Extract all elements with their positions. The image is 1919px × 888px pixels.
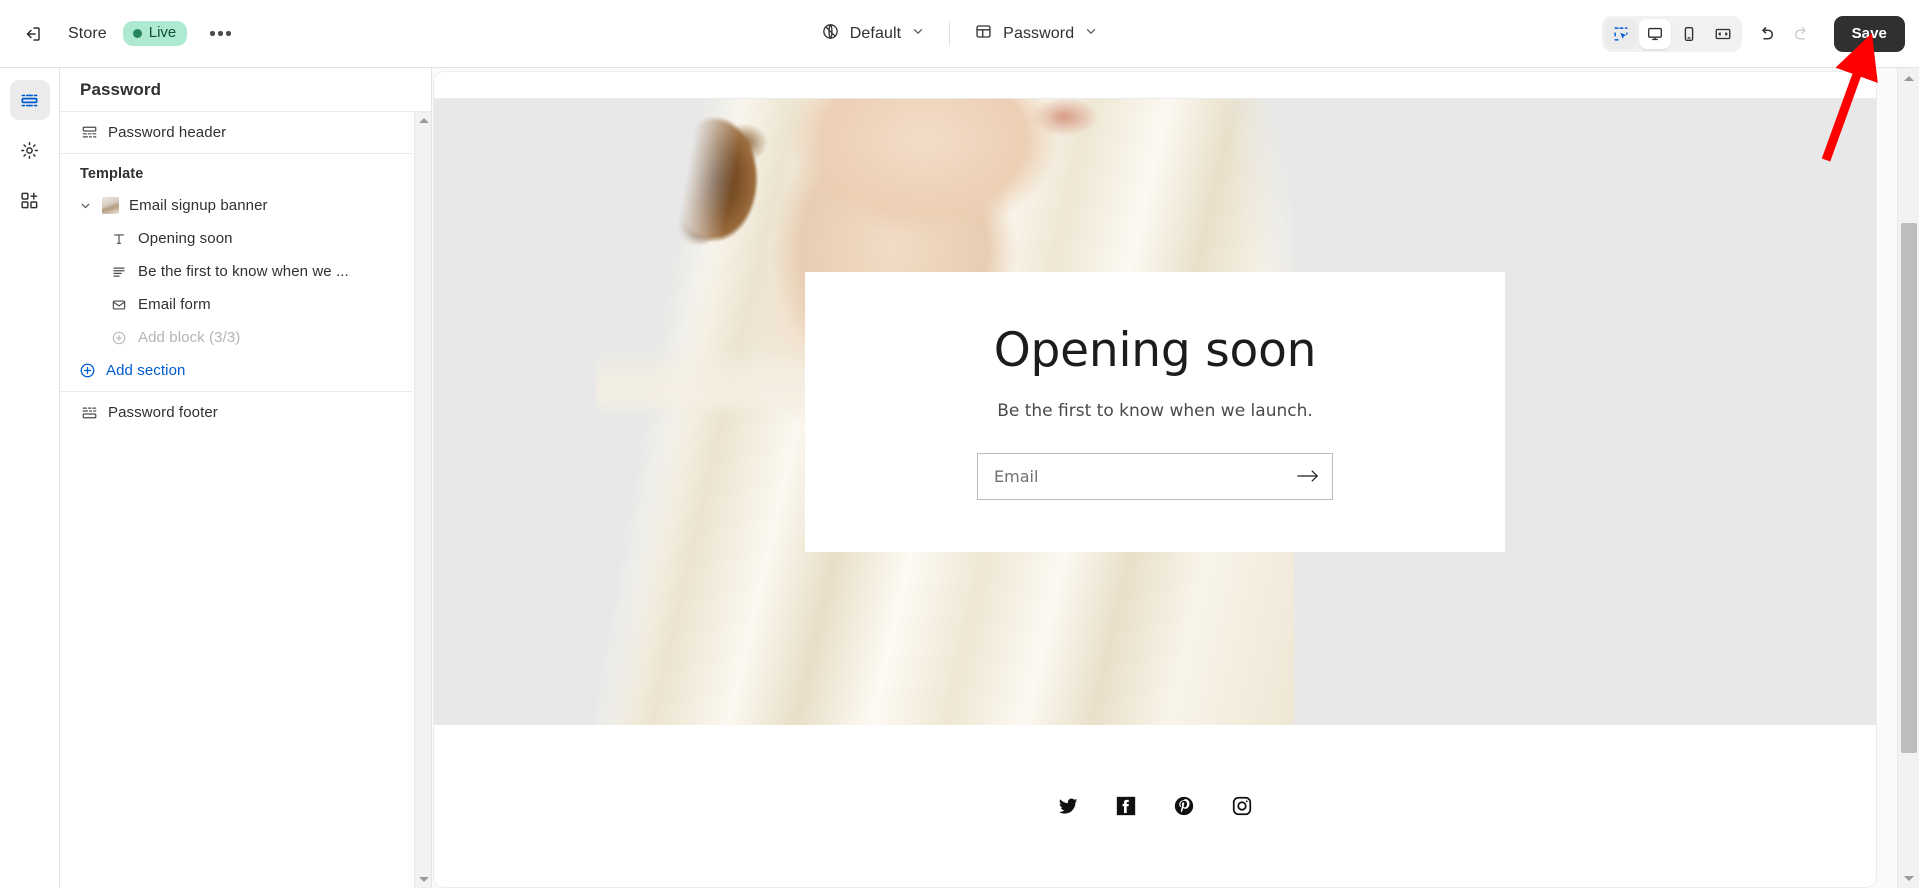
status-dot-icon: [132, 28, 142, 38]
section-item-label: Password footer: [108, 404, 218, 421]
status-badge: Live: [122, 21, 188, 46]
save-button[interactable]: Save: [1833, 15, 1905, 52]
banner-subheading[interactable]: Be the first to know when we launch.: [845, 401, 1465, 421]
plus-circle-icon: [78, 362, 96, 380]
chevron-down-icon: [1084, 24, 1098, 43]
chevron-down-icon[interactable]: [78, 199, 92, 212]
block-item-paragraph[interactable]: Be the first to know when we ...: [60, 255, 413, 288]
storefront-preview: Opening soon Be the first to know when w…: [434, 72, 1876, 887]
email-icon: [110, 296, 128, 314]
fullscreen-view-button[interactable]: [1707, 19, 1739, 49]
panel-header: Password: [60, 68, 431, 112]
scroll-up-arrow-icon[interactable]: [1898, 68, 1919, 88]
add-block-button[interactable]: Add block (3/3): [60, 321, 413, 354]
block-item-heading[interactable]: Opening soon: [60, 222, 413, 255]
top-bar-left: Store Live: [0, 17, 237, 51]
template-selector[interactable]: Password: [964, 16, 1108, 52]
section-thumbnail: [102, 197, 119, 214]
globe-icon: [821, 22, 840, 46]
top-bar-right: Save: [1601, 0, 1905, 67]
section-item-password-footer[interactable]: Password footer: [60, 396, 413, 429]
template-group-label: Template: [60, 158, 413, 189]
preview-scrollbar[interactable]: [1897, 68, 1919, 888]
mobile-view-button[interactable]: [1673, 19, 1705, 49]
email-submit-button[interactable]: [1284, 454, 1332, 499]
photo-backdrop-left: [434, 99, 596, 725]
status-badge-label: Live: [148, 24, 177, 41]
panel-scrollbar[interactable]: [414, 112, 431, 888]
block-item-email-form[interactable]: Email form: [60, 288, 413, 321]
storefront-footer: [434, 725, 1876, 886]
theme-selector[interactable]: Default: [811, 16, 935, 52]
pinterest-icon[interactable]: [1171, 793, 1197, 819]
banner-heading[interactable]: Opening soon: [845, 325, 1465, 377]
add-section-label: Add section: [106, 362, 186, 379]
chevron-down-icon: [911, 24, 925, 43]
email-form[interactable]: [977, 452, 1333, 500]
password-header-group: Password header: [60, 112, 413, 154]
section-item-password-header[interactable]: Password header: [60, 116, 413, 149]
sidebar-item-sections[interactable]: [9, 80, 50, 120]
block-item-label: Be the first to know when we ...: [138, 263, 349, 280]
sections-panel: Password Password header Template Email …: [60, 68, 432, 888]
preview-stage: Opening soon Be the first to know when w…: [432, 68, 1919, 888]
twitter-icon[interactable]: [1055, 793, 1081, 819]
sidebar-item-theme-settings[interactable]: [10, 130, 50, 170]
section-item-label: Email signup banner: [129, 197, 268, 214]
theme-selector-label: Default: [849, 24, 902, 42]
add-section-button[interactable]: Add section: [60, 354, 413, 387]
instagram-icon[interactable]: [1229, 793, 1255, 819]
scroll-down-arrow-icon[interactable]: [1898, 868, 1919, 888]
page-title: Password: [80, 79, 162, 99]
footer-icon: [80, 404, 98, 422]
password-footer-group: Password footer: [60, 392, 413, 433]
sidebar-item-apps[interactable]: [10, 180, 50, 220]
email-signup-card: Opening soon Be the first to know when w…: [805, 272, 1505, 552]
top-bar: Store Live Default Password Save: [0, 0, 1919, 68]
panel-scroll-area: Password header Template Email signup ba…: [60, 112, 413, 888]
more-actions-button[interactable]: [203, 17, 237, 51]
scrollbar-thumb[interactable]: [1901, 223, 1917, 753]
scroll-down-arrow-icon[interactable]: [415, 871, 431, 888]
redo-button[interactable]: [1784, 17, 1818, 51]
plus-circle-icon: [110, 329, 128, 347]
exit-icon[interactable]: [16, 17, 50, 51]
template-icon: [974, 22, 993, 46]
storefront-header: [434, 72, 1876, 99]
block-item-label: Email form: [138, 296, 211, 313]
left-rail: [0, 68, 60, 888]
store-name: Store: [68, 24, 107, 42]
panel-body: Password header Template Email signup ba…: [60, 112, 431, 888]
template-selector-label: Password: [1003, 24, 1075, 42]
scroll-up-arrow-icon[interactable]: [415, 112, 431, 129]
inspector-tool-button[interactable]: [1604, 18, 1637, 49]
theme-editor-app: Store Live Default Password Save Passwor…: [0, 0, 1919, 888]
top-bar-divider: [949, 21, 951, 46]
header-icon: [80, 124, 98, 142]
section-item-label: Password header: [108, 124, 227, 141]
desktop-view-button[interactable]: [1638, 18, 1671, 49]
email-signup-banner-section[interactable]: Opening soon Be the first to know when w…: [434, 99, 1876, 725]
photo-backdrop-right: [1594, 99, 1876, 725]
paragraph-icon: [110, 263, 128, 281]
ellipsis-icon: [210, 31, 231, 36]
add-block-label: Add block (3/3): [138, 329, 241, 346]
text-icon: [110, 230, 128, 248]
template-label: Template: [80, 165, 144, 182]
undo-button[interactable]: [1750, 17, 1784, 51]
facebook-icon[interactable]: [1113, 793, 1139, 819]
section-item-email-signup-banner[interactable]: Email signup banner: [60, 189, 413, 222]
viewport-toggle-group: [1601, 15, 1742, 52]
email-input[interactable]: [978, 453, 1284, 499]
block-item-label: Opening soon: [138, 230, 233, 247]
template-group: Template Email signup banner Opening soo…: [60, 154, 413, 392]
